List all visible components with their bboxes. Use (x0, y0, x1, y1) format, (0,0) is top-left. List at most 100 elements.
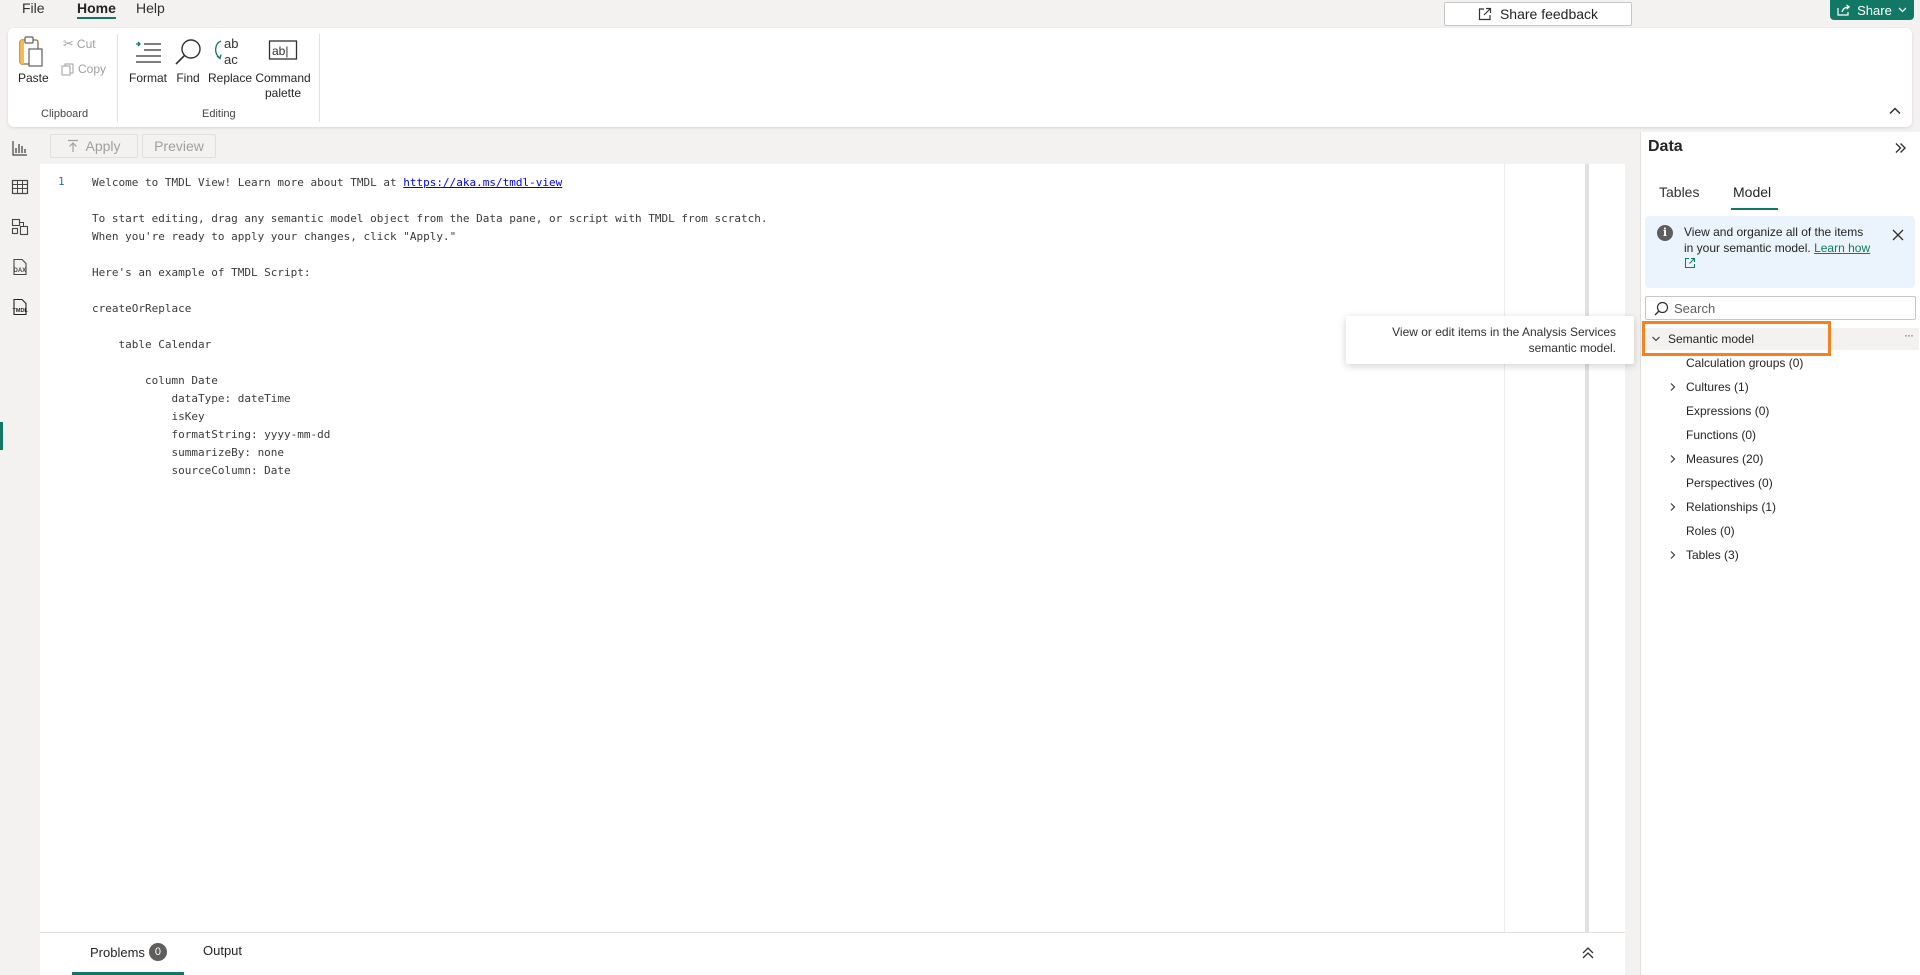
tree-item-label: Tables (3) (1686, 548, 1739, 562)
active-tab-indicator (1731, 208, 1778, 210)
tree-item-measures[interactable]: Measures (20) (1641, 448, 1919, 470)
tmdl-editor[interactable]: 1 Welcome to TMDL View! Learn more about… (40, 164, 1625, 932)
bottom-panel: Problems 0 Output (40, 932, 1625, 975)
tree-item-expressions[interactable]: Expressions (0) (1641, 400, 1919, 422)
code-line: Welcome to TMDL View! Learn more about T… (92, 176, 563, 189)
tab-problems[interactable]: Problems 0 (90, 943, 167, 961)
magnifier-icon (175, 39, 201, 65)
model-view-icon[interactable] (10, 217, 30, 237)
tree-item-perspectives[interactable]: Perspectives (0) (1641, 472, 1919, 494)
share-button[interactable]: Share (1830, 0, 1914, 20)
menu-bar: File Home Help Share (0, 0, 1920, 27)
cut-label: Cut (76, 37, 96, 51)
tree-item-label: Expressions (0) (1686, 404, 1770, 418)
tree-item-tables[interactable]: Tables (3) (1641, 544, 1919, 566)
svg-text:ab: ab (224, 36, 238, 51)
paste-button[interactable]: Paste (18, 36, 49, 86)
chevron-down-icon (1898, 7, 1907, 13)
replace-icon: ab ac (214, 36, 238, 67)
svg-text:TMDL: TMDL (13, 308, 29, 314)
tab-model[interactable]: Model (1733, 184, 1771, 200)
tmdl-docs-link[interactable]: https://aka.ms/tmdl-view (403, 176, 562, 189)
command-palette-button[interactable]: ab| Command palette (254, 36, 312, 101)
tree-item-label: Measures (20) (1686, 452, 1764, 466)
menu-help[interactable]: Help (136, 0, 165, 24)
tree-item-relationships[interactable]: Relationships (1) (1641, 496, 1919, 518)
tree-item-roles[interactable]: Roles (0) (1641, 520, 1919, 542)
apply-label: Apply (85, 138, 121, 154)
editor-scrollbar[interactable] (1585, 164, 1589, 932)
code-line: summarizeBy: none (92, 446, 285, 459)
share-icon (1837, 4, 1851, 16)
replace-button[interactable]: ab ac Replace (208, 36, 253, 86)
chevron-right-icon[interactable] (1668, 382, 1678, 392)
search-field (1645, 296, 1916, 320)
replace-label: Replace (208, 71, 253, 85)
share-feedback-button[interactable]: Share feedback (1444, 2, 1632, 26)
preview-button[interactable]: Preview (142, 134, 216, 158)
chevron-right-icon[interactable] (1668, 550, 1678, 560)
editor-toolbar: Apply Preview (40, 132, 1630, 162)
info-text: View and organize all of the items in yo… (1684, 224, 1874, 272)
code-line: To start editing, drag any semantic mode… (92, 212, 768, 225)
copy-button[interactable]: Copy (61, 62, 106, 76)
share-feedback-label: Share feedback (1499, 6, 1599, 22)
code-line: table Calendar (92, 338, 212, 351)
ribbon-divider (319, 34, 320, 122)
tree-item-label: Perspectives (0) (1686, 476, 1773, 490)
apply-button[interactable]: Apply (50, 134, 138, 158)
cut-button[interactable]: ✂ Cut (63, 36, 96, 52)
tree-item-functions[interactable]: Functions (0) (1641, 424, 1919, 446)
tree-item-semantic-model[interactable]: Semantic model ··· (1643, 328, 1919, 350)
learn-how-link[interactable]: Learn how (1814, 241, 1870, 255)
find-button[interactable]: Find (173, 36, 203, 86)
chevron-down-icon[interactable] (1651, 334, 1661, 344)
dax-query-view-icon[interactable]: DAX (10, 257, 30, 277)
more-options-icon[interactable]: ··· (1904, 328, 1914, 342)
info-icon: i (1657, 225, 1673, 241)
editing-group-label: Editing (202, 108, 236, 120)
tree-item-calculation-groups[interactable]: Calculation groups (0) (1641, 352, 1919, 374)
search-input[interactable] (1674, 300, 1904, 316)
chevron-right-icon[interactable] (1668, 502, 1678, 512)
tmdl-view-icon[interactable]: TMDL (10, 297, 30, 317)
expand-panel-icon[interactable] (1580, 945, 1596, 961)
tree-item-label: Relationships (1) (1686, 500, 1777, 514)
active-view-indicator (0, 422, 3, 450)
menu-home[interactable]: Home (77, 0, 116, 24)
tree-item-cultures[interactable]: Cultures (1) (1641, 376, 1919, 398)
search-icon (1654, 301, 1669, 316)
data-pane: Data Tables Model i View and organize al… (1640, 132, 1920, 975)
code-line: When you're ready to apply your changes,… (92, 230, 457, 243)
table-view-icon[interactable] (10, 177, 30, 197)
code-line: column Date (92, 374, 218, 387)
editor-minimap[interactable] (1504, 164, 1625, 932)
collapse-ribbon-icon[interactable] (1888, 104, 1902, 118)
chevron-right-icon[interactable] (1668, 454, 1678, 464)
menu-file[interactable]: File (22, 0, 45, 24)
problems-label: Problems (90, 944, 145, 960)
svg-text:ab|: ab| (272, 44, 288, 58)
paste-label: Paste (18, 71, 49, 85)
format-button[interactable]: Format (128, 36, 168, 86)
view-rail: DAX TMDL (0, 132, 40, 975)
tab-output[interactable]: Output (203, 943, 242, 958)
report-view-icon[interactable] (10, 138, 30, 158)
code-line: sourceColumn: Date (92, 464, 291, 477)
format-icon (136, 41, 161, 63)
info-banner: i View and organize all of the items in … (1645, 216, 1915, 288)
copy-icon (61, 63, 74, 75)
tab-tables[interactable]: Tables (1659, 184, 1699, 200)
collapse-pane-icon[interactable] (1892, 140, 1908, 156)
tree-item-label: Semantic model (1668, 332, 1755, 346)
paste-icon (19, 36, 43, 67)
tree-item-label: Calculation groups (0) (1686, 356, 1804, 370)
copy-label: Copy (78, 62, 107, 76)
command-palette-label-1: Command (255, 71, 311, 85)
code-line: dataType: dateTime (92, 392, 291, 405)
ribbon: Paste ✂ Cut Copy Clipboard Format Find a… (8, 28, 1912, 127)
preview-label: Preview (154, 138, 204, 154)
close-icon[interactable] (1891, 228, 1905, 242)
tooltip: View or edit items in the Analysis Servi… (1346, 316, 1634, 364)
output-label: Output (203, 943, 243, 958)
